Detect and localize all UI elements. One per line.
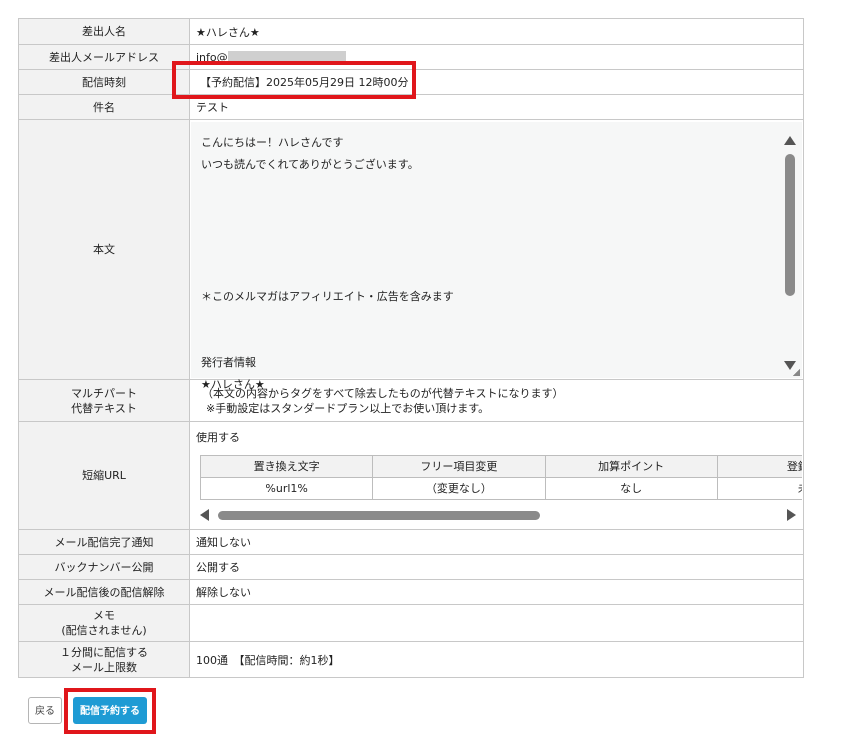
body-label: 本文 [18, 119, 190, 380]
rate-label: １分間に配信する メール上限数 [18, 641, 190, 678]
body-line: ★ハレさん★ [201, 377, 265, 391]
scroll-left-icon[interactable] [200, 508, 209, 521]
memo-value [189, 604, 804, 642]
short-url-table: 置き換え文字 フリー項目変更 加算ポイント 登録先 %url1% （変更なし） … [200, 454, 802, 500]
short-url-table-wrapper: 置き換え文字 フリー項目変更 加算ポイント 登録先 %url1% （変更なし） … [200, 454, 802, 500]
body-line: ＊このメルマガはアフィリエイト・広告を含みます [201, 289, 454, 303]
short-url-header-register: 登録先 [716, 454, 802, 478]
short-url-horizontal-scrollbar[interactable] [200, 508, 796, 521]
short-url-cell-register: 未 [716, 476, 802, 500]
mail-confirm-table: 差出人名 ★ハレさん★ 差出人メールアドレス info@ 配信時刻 【予約配信】… [18, 18, 804, 678]
short-url-cell: 使用する 置き換え文字 フリー項目変更 加算ポイント 登録先 %url1% （変… [189, 421, 804, 530]
body-line [201, 308, 761, 330]
short-url-header-free-field: フリー項目変更 [372, 454, 546, 478]
schedule-highlight-box [172, 61, 416, 99]
memo-label-line2: (配信されません) [61, 624, 147, 637]
schedule-label: 配信時刻 [18, 69, 190, 95]
multipart-label-line1: マルチパート [71, 386, 137, 400]
multipart-note-2: ※手動設定はスタンダードプラン以上でお使い頂けます。 [206, 401, 490, 415]
memo-label-line1: メモ [93, 609, 115, 622]
rate-value: 100通 【配信時間：約1秒】 [189, 641, 804, 678]
short-url-header-replace: 置き換え文字 [200, 454, 374, 478]
hscrollbar-thumb[interactable] [218, 510, 540, 520]
short-url-cell-free-field: （変更なし） [372, 476, 546, 500]
body-line: いつも読んでくれてありがとうございます。 [201, 157, 419, 171]
multipart-label: マルチパート 代替テキスト [18, 379, 190, 422]
body-line [201, 330, 761, 352]
back-button[interactable]: 戻る [28, 697, 62, 724]
short-url-header-points: 加算ポイント [544, 454, 718, 478]
scroll-right-icon[interactable] [787, 508, 796, 521]
scroll-up-icon[interactable] [784, 135, 796, 145]
body-line: 発行者情報 [201, 355, 256, 369]
subject-label: 件名 [18, 94, 190, 120]
body-cell: こんにちはー！ハレさんですいつも読んでくれてありがとうございます。 ＊このメルマガ… [189, 119, 804, 391]
body-line [201, 220, 761, 242]
resize-handle-icon[interactable] [792, 367, 800, 376]
short-url-cell-replace: %url1% [200, 476, 374, 500]
send-button-highlight-box [64, 688, 156, 734]
short-url-status: 使用する [196, 430, 240, 444]
body-line: こんにちはー！ハレさんです [201, 135, 344, 149]
body-vertical-scrollbar[interactable] [784, 135, 796, 370]
body-line [201, 176, 761, 198]
body-text: こんにちはー！ハレさんですいつも読んでくれてありがとうございます。 ＊このメルマガ… [201, 132, 761, 396]
sender-email-label: 差出人メールアドレス [18, 44, 190, 70]
sender-name-label: 差出人名 [18, 18, 190, 45]
sender-name-value: ★ハレさん★ [189, 18, 804, 45]
backnumber-label: バックナンバー公開 [18, 554, 190, 580]
short-url-label: 短縮URL [18, 421, 190, 530]
body-line [201, 242, 761, 264]
backnumber-value: 公開する [189, 554, 804, 580]
multipart-label-line2: 代替テキスト [71, 401, 137, 415]
scrollbar-thumb[interactable] [785, 153, 795, 296]
short-url-cell-points: なし [544, 476, 718, 500]
completion-notice-label: メール配信完了通知 [18, 529, 190, 555]
rate-label-line1: １分間に配信する [60, 645, 148, 659]
memo-label: メモ (配信されません) [18, 604, 190, 642]
unsubscribe-label: メール配信後の配信解除 [18, 579, 190, 605]
body-line [201, 264, 761, 286]
completion-notice-value: 通知しない [189, 529, 804, 555]
body-textarea[interactable]: こんにちはー！ハレさんですいつも読んでくれてありがとうございます。 ＊このメルマガ… [191, 121, 802, 391]
rate-label-line2: メール上限数 [71, 660, 137, 674]
body-line [201, 198, 761, 220]
unsubscribe-value: 解除しない [189, 579, 804, 605]
